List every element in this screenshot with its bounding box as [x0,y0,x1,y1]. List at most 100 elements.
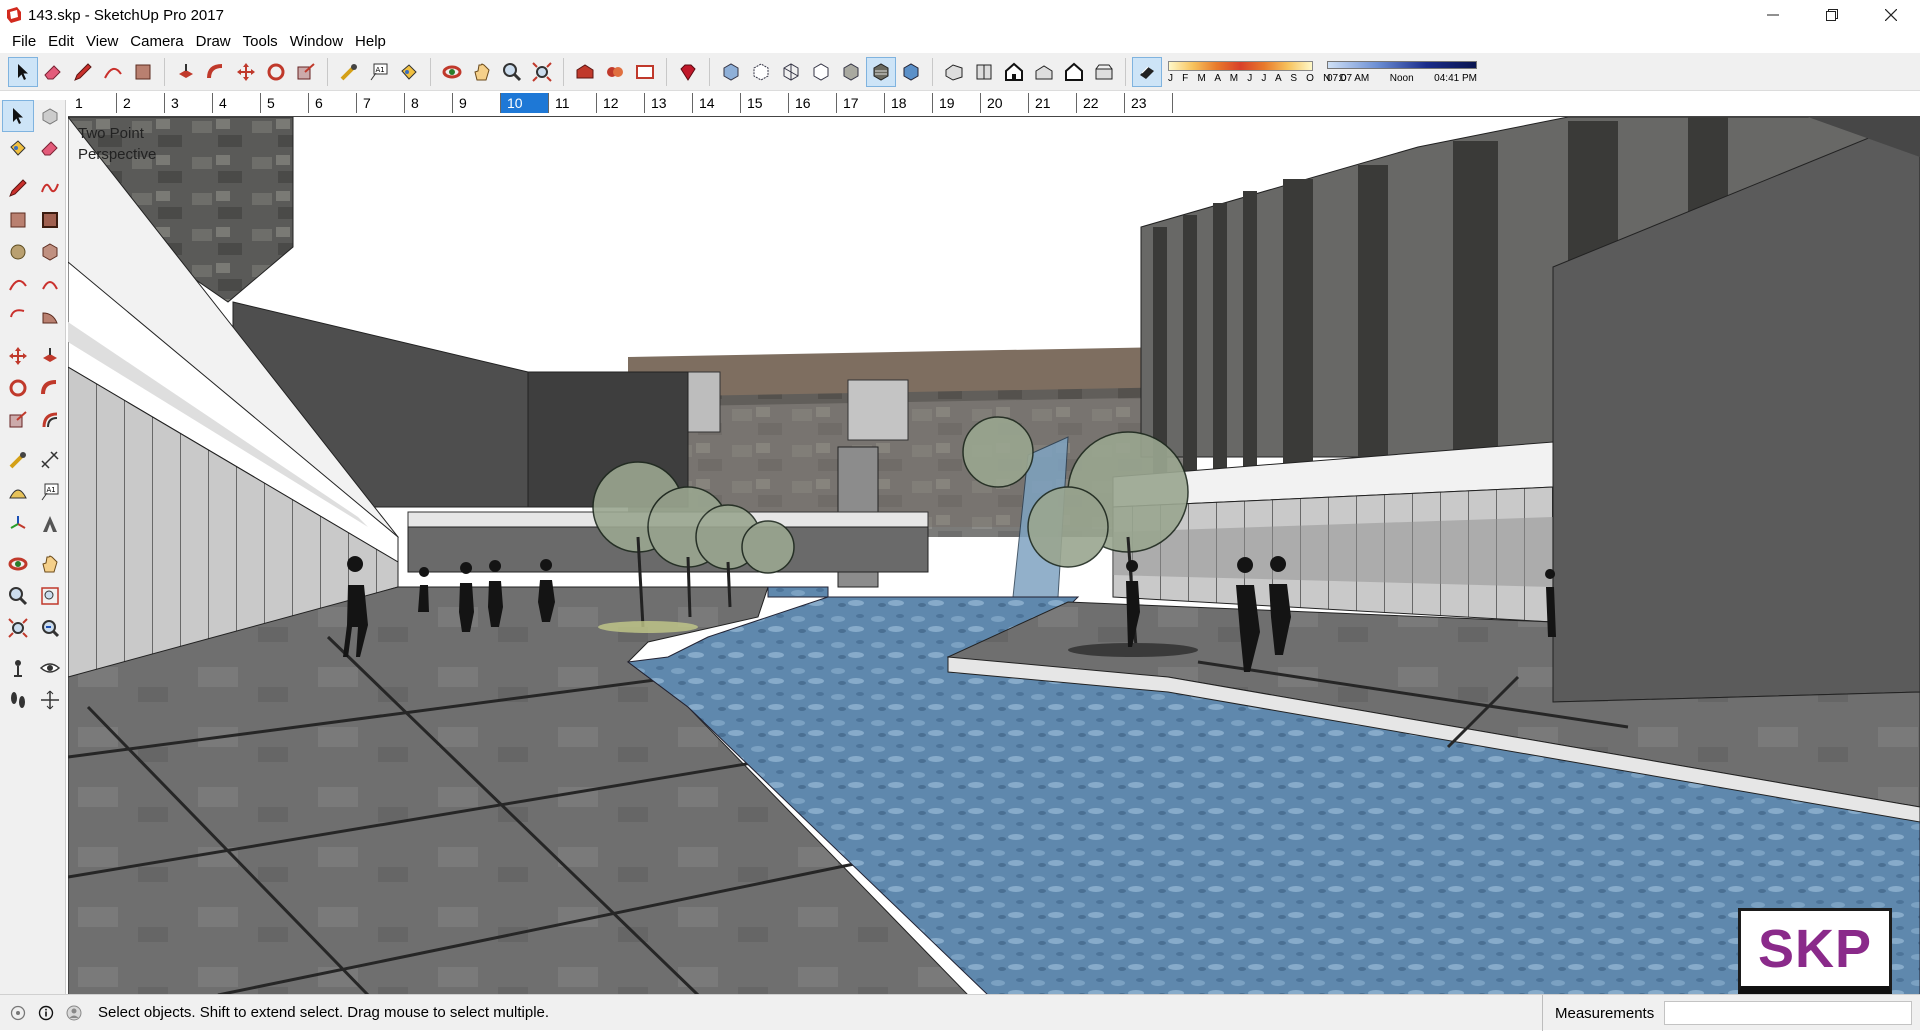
back-edges-style-button[interactable] [746,57,776,87]
palette-3d-text-button[interactable] [34,508,66,540]
palette-text-button[interactable]: A1 [34,476,66,508]
line-tool-button[interactable] [68,57,98,87]
layout-button[interactable] [630,57,660,87]
palette-position-camera-button[interactable] [2,652,34,684]
palette-arc-button[interactable] [2,268,34,300]
menu-view[interactable]: View [80,33,124,50]
scene-tab-5[interactable]: 5 [261,93,309,113]
scene-tab-22[interactable]: 22 [1077,93,1125,113]
text-tool-button[interactable]: A1 [364,57,394,87]
scene-tab-16[interactable]: 16 [789,93,837,113]
scene-tab-9[interactable]: 9 [453,93,501,113]
shadow-time-slider[interactable]: 07:07 AM Noon 04:41 PM [1327,59,1477,87]
palette-zoom-extents-button[interactable] [2,612,34,644]
scene-tab-17[interactable]: 17 [837,93,885,113]
menu-camera[interactable]: Camera [124,33,189,50]
model-viewport[interactable]: Two Point Perspective SKP [68,116,1920,994]
orbit-tool-button[interactable] [437,57,467,87]
move-tool-button[interactable] [231,57,261,87]
scene-tab-3[interactable]: 3 [165,93,213,113]
minimize-button[interactable] [1743,0,1802,30]
credits-info-icon[interactable] [36,1003,56,1023]
iso-view-button[interactable] [939,57,969,87]
palette-follow-me-button[interactable] [34,372,66,404]
palette-walk-button[interactable] [2,684,34,716]
pan-tool-button[interactable] [467,57,497,87]
palette-rectangle-button[interactable] [2,204,34,236]
front-view-button[interactable] [999,57,1029,87]
palette-look-around-button[interactable] [34,652,66,684]
geo-location-icon[interactable] [8,1003,28,1023]
shadow-month-slider[interactable]: J F M A M J J A S O N D [1168,59,1347,87]
arc-tool-button[interactable] [98,57,128,87]
scene-tab-6[interactable]: 6 [309,93,357,113]
palette-rotate-button[interactable] [2,372,34,404]
scene-tab-21[interactable]: 21 [1029,93,1077,113]
palette-polygon-button[interactable] [34,236,66,268]
restore-button[interactable] [1802,0,1861,30]
zoom-extents-tool-button[interactable] [527,57,557,87]
menu-help[interactable]: Help [349,33,392,50]
palette-zoom-button[interactable] [2,580,34,612]
palette-select-button[interactable] [2,100,34,132]
left-view-button[interactable] [1089,57,1119,87]
scene-tab-11[interactable]: 11 [549,93,597,113]
palette-section-plane-button[interactable] [34,684,66,716]
shadows-toggle-button[interactable] [1132,56,1162,87]
scene-tab-8[interactable]: 8 [405,93,453,113]
hidden-line-style-button[interactable] [806,57,836,87]
palette-axes-button[interactable] [2,508,34,540]
palette-paint-button[interactable] [2,132,34,164]
top-view-button[interactable] [969,57,999,87]
menu-tools[interactable]: Tools [237,33,284,50]
scene-tab-19[interactable]: 19 [933,93,981,113]
menu-edit[interactable]: Edit [42,33,80,50]
rotate-tool-button[interactable] [261,57,291,87]
palette-offset-button[interactable] [34,404,66,436]
select-tool-button[interactable] [8,56,38,87]
close-button[interactable] [1861,0,1920,30]
shaded-style-button[interactable] [836,57,866,87]
palette-freehand-button[interactable] [34,172,66,204]
palette-pan-button[interactable] [34,548,66,580]
scale-tool-button[interactable] [291,57,321,87]
palette-rotated-rectangle-button[interactable] [34,204,66,236]
palette-line-button[interactable] [2,172,34,204]
right-view-button[interactable] [1029,57,1059,87]
scene-tab-13[interactable]: 13 [645,93,693,113]
palette-scale-button[interactable] [2,404,34,436]
scene-tab-7[interactable]: 7 [357,93,405,113]
scene-tab-15[interactable]: 15 [741,93,789,113]
palette-protractor-button[interactable] [2,476,34,508]
palette-move-button[interactable] [2,340,34,372]
palette-push-pull-button[interactable] [34,340,66,372]
shaded-textures-style-button[interactable] [866,56,896,87]
scene-tab-1[interactable]: 1 [69,93,117,113]
extension-warehouse-button[interactable] [600,57,630,87]
menu-file[interactable]: File [6,33,42,50]
wireframe-style-button[interactable] [776,57,806,87]
scene-tab-18[interactable]: 18 [885,93,933,113]
xray-style-button[interactable] [716,57,746,87]
paint-bucket-tool-button[interactable] [394,57,424,87]
user-account-icon[interactable] [64,1003,84,1023]
palette-eraser-button[interactable] [34,132,66,164]
3d-warehouse-button[interactable] [570,57,600,87]
menu-window[interactable]: Window [284,33,349,50]
palette-3pt-arc-button[interactable] [2,300,34,332]
follow-me-tool-button[interactable] [201,57,231,87]
tape-measure-tool-button[interactable] [334,57,364,87]
scene-tab-23[interactable]: 23 [1125,93,1173,113]
menu-draw[interactable]: Draw [190,33,237,50]
scene-tab-2[interactable]: 2 [117,93,165,113]
palette-2pt-arc-button[interactable] [34,268,66,300]
rectangle-tool-button[interactable] [128,57,158,87]
palette-previous-view-button[interactable] [34,612,66,644]
push-pull-tool-button[interactable] [171,57,201,87]
palette-circle-button[interactable] [2,236,34,268]
back-view-button[interactable] [1059,57,1089,87]
scene-tab-14[interactable]: 14 [693,93,741,113]
eraser-tool-button[interactable] [38,57,68,87]
palette-tape-measure-button[interactable] [2,444,34,476]
palette-dimension-button[interactable] [34,444,66,476]
